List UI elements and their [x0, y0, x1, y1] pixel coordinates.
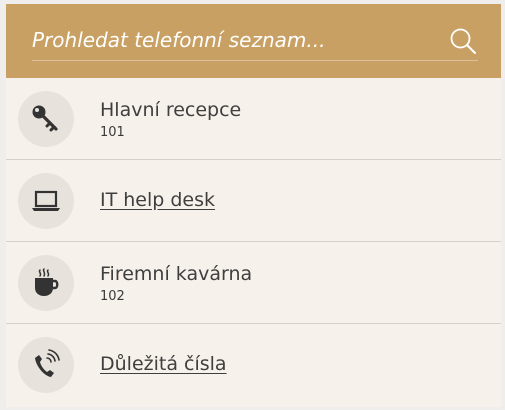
coffee-cup-icon [35, 268, 59, 296]
search-bar [6, 4, 501, 78]
item-title: Firemní kavárna [100, 263, 253, 285]
item-number: 101 [100, 125, 125, 140]
icon-circle [18, 173, 74, 229]
list-item-reception[interactable]: Hlavní recepce 101 [6, 78, 501, 160]
list-item-important-numbers[interactable]: Důležitá čísla [6, 324, 501, 406]
phone-ringing-icon [35, 349, 60, 377]
list-item-it-help-desk[interactable]: IT help desk [6, 160, 501, 242]
item-link[interactable]: Důležitá čísla [100, 353, 227, 375]
item-number: 102 [100, 289, 125, 304]
search-icon[interactable] [449, 27, 477, 55]
item-title: Hlavní recepce [100, 99, 242, 121]
laptop-icon [32, 190, 60, 211]
icon-circle [18, 337, 74, 393]
search-underline [32, 60, 478, 61]
contact-list: Hlavní recepce 101 IT help desk Firemní … [6, 78, 501, 406]
list-item-cafe[interactable]: Firemní kavárna 102 [6, 242, 501, 324]
item-link[interactable]: IT help desk [100, 189, 215, 211]
icon-circle [18, 255, 74, 311]
key-icon [32, 105, 58, 132]
search-input[interactable] [32, 24, 432, 56]
icon-circle [18, 91, 74, 147]
phonebook-panel: Hlavní recepce 101 IT help desk [6, 4, 501, 407]
